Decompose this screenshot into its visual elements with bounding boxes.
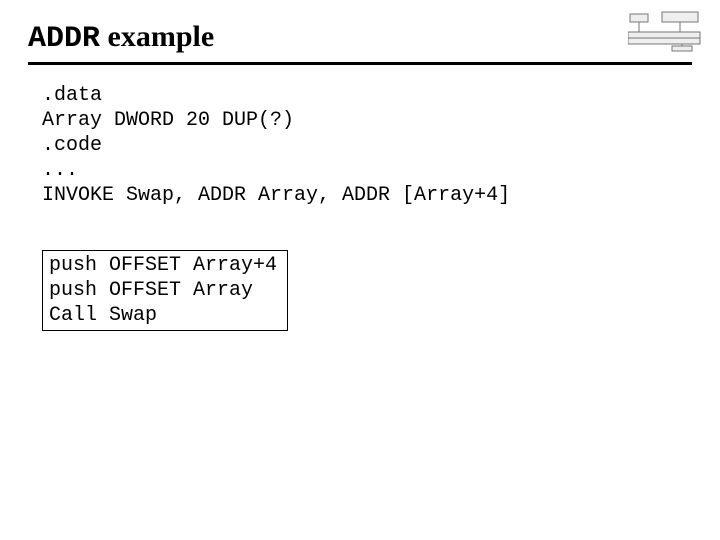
source-code-block: .data Array DWORD 20 DUP(?) .code ... IN… <box>42 83 692 208</box>
code-line: .data <box>42 84 102 107</box>
code-line: .code <box>42 134 102 157</box>
title-underline <box>28 62 692 65</box>
title-rest: example <box>100 20 214 53</box>
title-mono: ADDR <box>28 22 100 56</box>
code-line: ... <box>42 159 78 182</box>
code-line: INVOKE Swap, ADDR Array, ADDR [Array+4] <box>42 184 510 207</box>
box-line: Call Swap <box>49 304 157 327</box>
box-line: push OFFSET Array <box>49 279 253 302</box>
box-line: push OFFSET Array+4 <box>49 254 277 277</box>
cpu-diagram-icon <box>628 10 702 52</box>
code-line: Array DWORD 20 DUP(?) <box>42 109 294 132</box>
expansion-box: push OFFSET Array+4 push OFFSET Array Ca… <box>42 250 288 331</box>
slide-title: ADDR example <box>28 20 692 56</box>
